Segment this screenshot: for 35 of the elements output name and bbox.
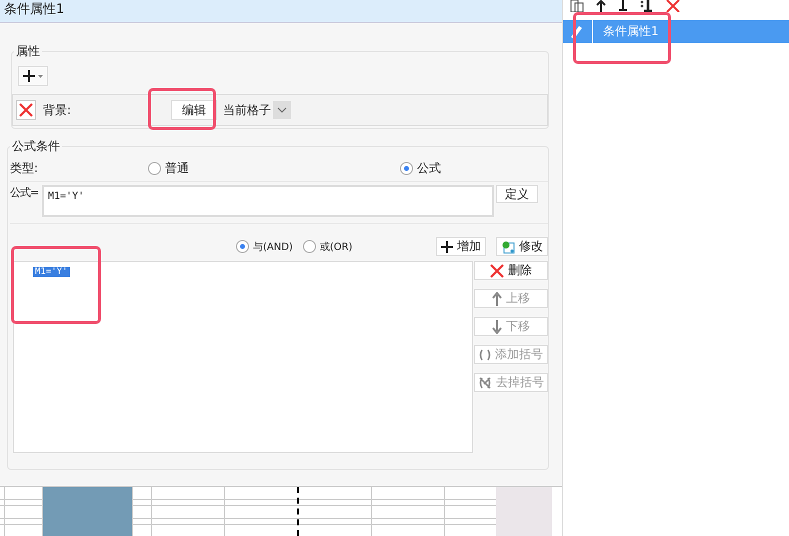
join-radio[interactable]: 与(AND) (236, 240, 293, 254)
scope-dropdown[interactable]: 当前格子 (223, 101, 291, 119)
gear-icon (501, 240, 515, 254)
highlight-frame (148, 88, 216, 130)
arrow-up-icon[interactable] (596, 0, 606, 12)
define-button[interactable]: 定义 (496, 185, 538, 203)
arrow-down-icon[interactable] (618, 0, 628, 12)
add-button[interactable]: 增加 (436, 237, 486, 256)
type-label: 类型: (10, 160, 40, 176)
close-icon (490, 264, 504, 278)
document-icon[interactable] (570, 0, 584, 12)
plus-icon (441, 240, 453, 252)
section-legend: 属性 (14, 43, 42, 60)
delete-icon[interactable] (666, 0, 680, 12)
pencil-icon (569, 24, 583, 40)
delete-button[interactable]: 删除 (474, 261, 548, 280)
section-legend: 公式条件 (10, 138, 62, 155)
type-radio[interactable]: 公式 (400, 160, 441, 176)
move-bottom-icon[interactable] (640, 0, 654, 12)
property-label: 背景: (43, 102, 72, 118)
remove-button[interactable] (16, 100, 36, 120)
arrow-up-icon (492, 292, 502, 306)
panel-title: 条件属性1 (0, 0, 562, 23)
formula-label: 公式= (10, 185, 40, 200)
condition-item[interactable]: M1='Y' (33, 267, 70, 277)
formula-field[interactable]: M1='Y' (42, 185, 494, 217)
chevron-down-icon (277, 107, 287, 113)
arrow-down-icon (492, 320, 502, 334)
parentheses-icon (479, 348, 491, 360)
scrollbar[interactable] (496, 487, 552, 536)
type-radio[interactable]: 普通 (148, 160, 400, 176)
edit-button[interactable]: 编辑 (171, 100, 217, 120)
modify-button[interactable]: 修改 (496, 237, 548, 256)
add-property-button[interactable] (18, 66, 48, 86)
join-radio[interactable]: 或(OR) (302, 240, 352, 254)
